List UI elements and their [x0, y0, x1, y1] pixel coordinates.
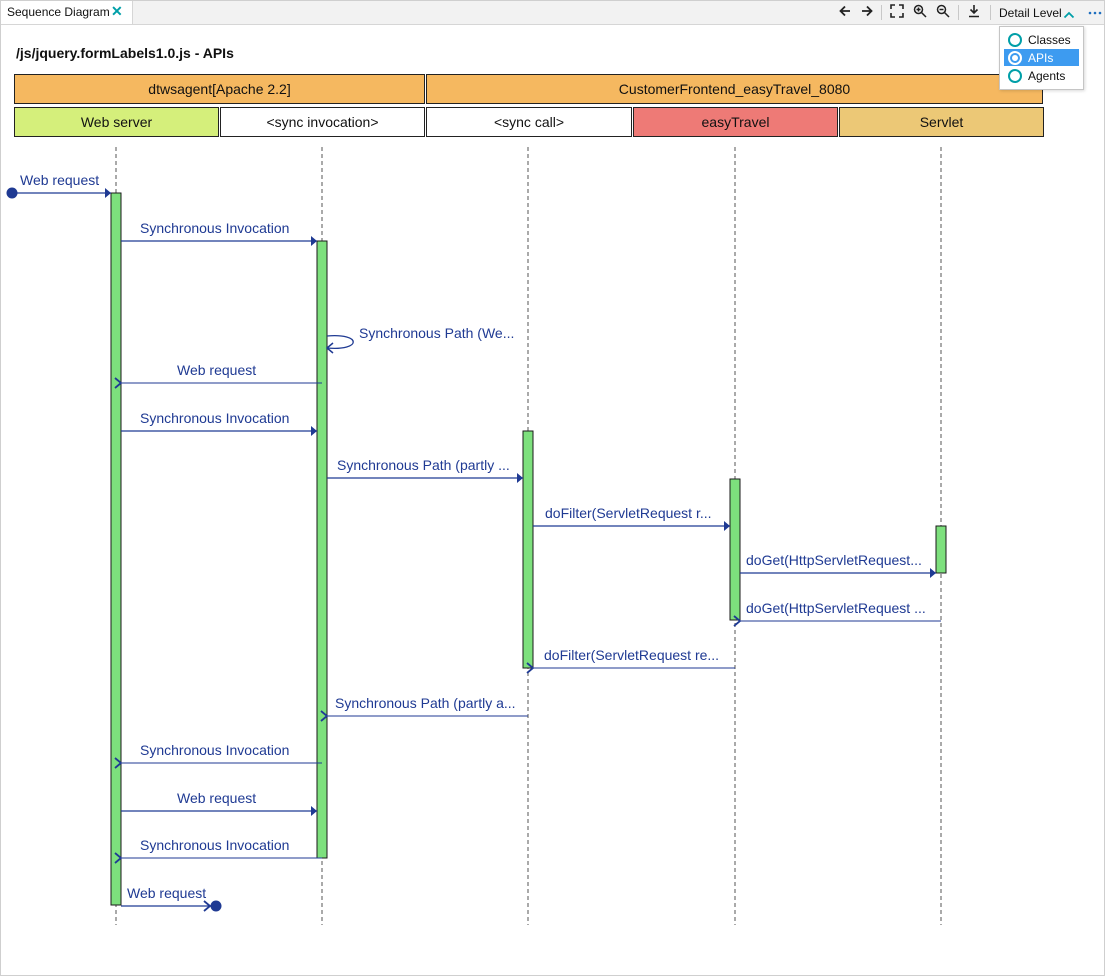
arrow-head — [311, 236, 317, 246]
message-label: doGet(HttpServletRequest ... — [746, 600, 926, 616]
detail-option-agents[interactable]: Agents — [1004, 67, 1079, 84]
activation-bar — [729, 478, 741, 621]
detail-option-classes[interactable]: Classes — [1004, 31, 1079, 48]
sequence-diagram-view: Sequence Diagram ✕ Detail Level /js/jque… — [0, 0, 1105, 976]
message-arrow — [326, 335, 354, 349]
radio-icon[interactable] — [1008, 33, 1022, 47]
message-label: Synchronous Invocation — [140, 410, 289, 426]
message-label: doFilter(ServletRequest r... — [545, 505, 712, 521]
radio-icon[interactable] — [1008, 69, 1022, 83]
detail-level-menu: Classes APIs Agents — [999, 26, 1084, 90]
detail-option-apis[interactable]: APIs — [1004, 49, 1079, 66]
sequence-diagram-canvas: Web request Synchronous Invocation Synchro… — [6, 147, 947, 925]
arrow-head — [105, 188, 111, 198]
activation-bar — [935, 525, 947, 574]
arrow-head — [311, 426, 317, 436]
arrow-head — [930, 568, 936, 578]
message-label: Web request — [177, 362, 256, 378]
arrow-head — [517, 473, 523, 483]
message-label: Synchronous Path (partly a... — [335, 695, 516, 711]
option-label: APIs — [1028, 51, 1054, 65]
message-label: doGet(HttpServletRequest... — [746, 552, 922, 568]
message-label: Synchronous Invocation — [140, 837, 289, 853]
message-label: Web request — [177, 790, 256, 806]
message-label: Web request — [127, 885, 206, 901]
message-label: doFilter(ServletRequest re... — [544, 647, 719, 663]
activation-bar — [316, 240, 328, 859]
message-label: Synchronous Invocation — [140, 220, 289, 236]
arrow-head — [311, 806, 317, 816]
message-label: Synchronous Path (We... — [359, 325, 514, 341]
option-label: Classes — [1028, 33, 1071, 47]
activation-bar — [110, 192, 122, 906]
message-label: Synchronous Path (partly ... — [337, 457, 510, 473]
message-end-dot — [210, 900, 222, 912]
arrow-head — [724, 521, 730, 531]
message-label: Web request — [20, 172, 99, 188]
activation-bar — [522, 430, 534, 669]
message-label: Synchronous Invocation — [140, 742, 289, 758]
option-label: Agents — [1028, 69, 1066, 83]
radio-icon[interactable] — [1008, 51, 1022, 65]
